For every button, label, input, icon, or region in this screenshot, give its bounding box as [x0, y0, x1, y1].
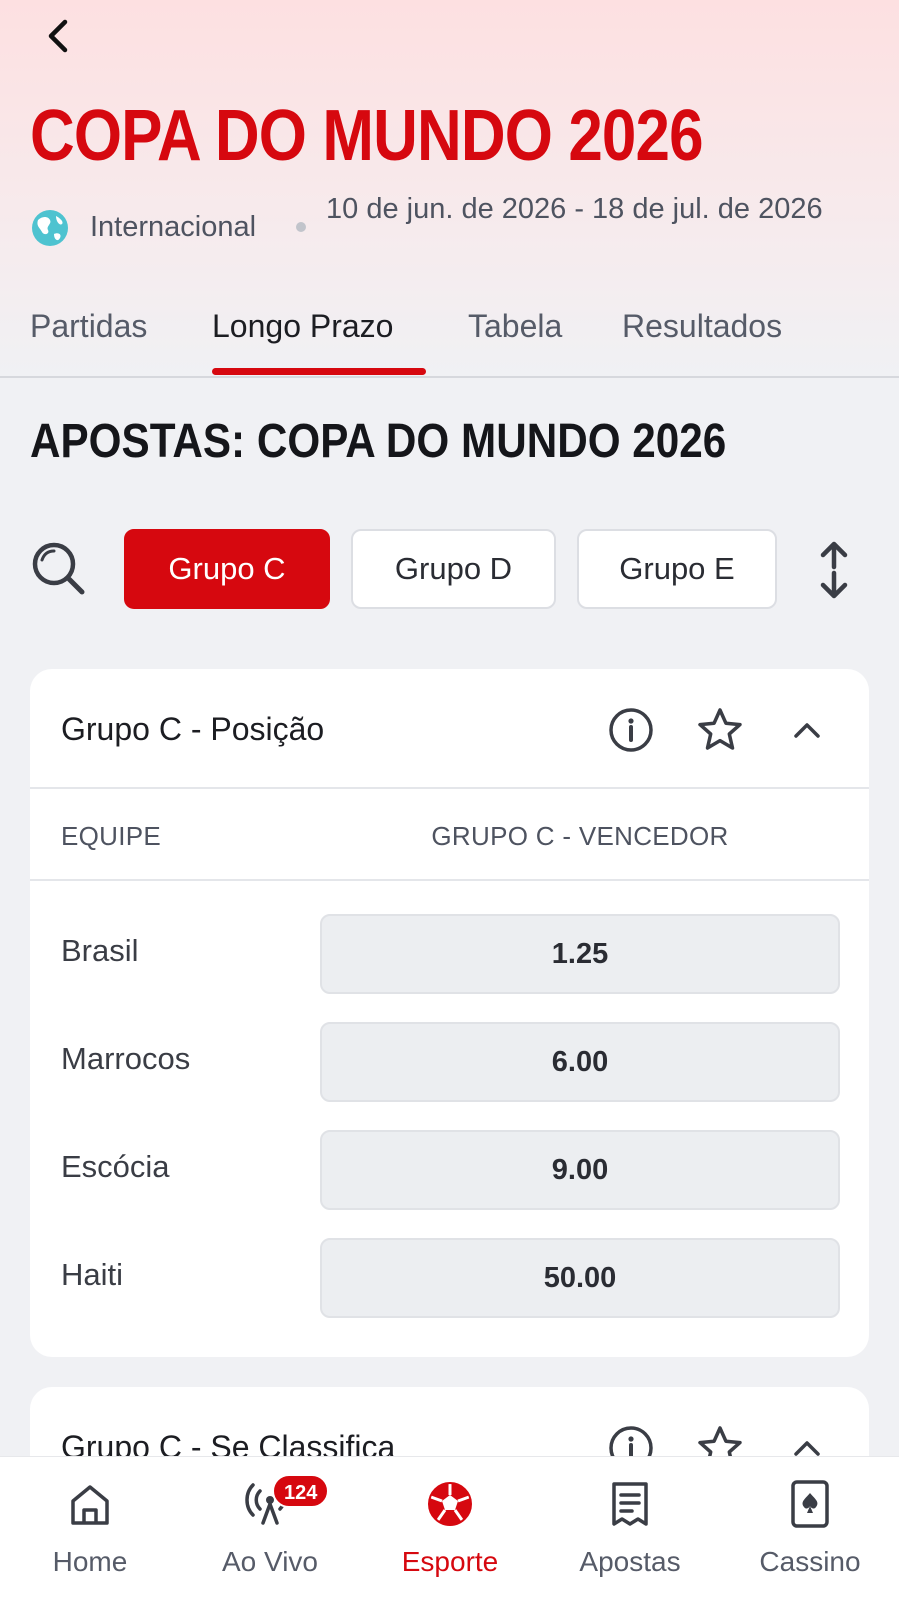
market-column-header: EQUIPE GRUPO C - VENCEDOR: [30, 789, 869, 881]
chip-grupo-d[interactable]: Grupo D: [351, 529, 556, 609]
market-card: Grupo C - Posição EQUIPE GRUPO C - VENCE…: [30, 669, 869, 1357]
event-meta: Internacional 10 de jun. de 2026 - 18 de…: [30, 190, 870, 268]
live-count-badge: 124: [272, 1474, 330, 1508]
table-row: Haiti 50.00: [30, 1238, 869, 1346]
active-tab-indicator: [212, 368, 426, 375]
page-title: APOSTAS: COPA DO MUNDO 2026: [30, 415, 727, 468]
nav-label: Esporte: [401, 1546, 499, 1577]
nav-ao-vivo[interactable]: Ao Vivo: [180, 1457, 360, 1599]
chip-grupo-c[interactable]: Grupo C: [124, 529, 330, 609]
star-icon[interactable]: [695, 705, 745, 755]
playing-card-icon: [791, 1480, 829, 1528]
column-market-label: GRUPO C - VENCEDOR: [431, 821, 729, 851]
home-icon: [71, 1485, 109, 1525]
odd-button[interactable]: 6.00: [320, 1022, 840, 1102]
chevron-up-icon[interactable]: [782, 705, 832, 755]
team-name: Brasil: [61, 933, 139, 968]
search-icon: [32, 542, 85, 595]
team-name: Marrocos: [61, 1041, 191, 1076]
separator-dot: [296, 222, 306, 232]
info-icon[interactable]: [606, 705, 656, 755]
back-button[interactable]: [36, 14, 80, 58]
nav-label: Home: [52, 1546, 128, 1577]
nav-home[interactable]: Home: [0, 1457, 180, 1599]
team-name: Haiti: [61, 1257, 124, 1292]
market-card-header: Grupo C - Posição: [30, 669, 869, 789]
globe-icon: [32, 210, 68, 246]
nav-label: Apostas: [579, 1546, 681, 1577]
region-label: Internacional: [90, 211, 257, 243]
market-title: Grupo C - Posição: [61, 711, 325, 747]
odd-button[interactable]: 50.00: [320, 1238, 840, 1318]
tab-tabela[interactable]: Tabela: [468, 306, 562, 346]
chevron-left-icon: [48, 19, 68, 53]
odd-button[interactable]: 1.25: [320, 914, 840, 994]
bet-slip-icon: [612, 1482, 648, 1526]
tab-longo-prazo[interactable]: Longo Prazo: [212, 306, 393, 346]
nav-label: Ao Vivo: [222, 1546, 318, 1577]
odd-button[interactable]: 9.00: [320, 1130, 840, 1210]
nav-apostas[interactable]: Apostas: [540, 1457, 720, 1599]
table-row: Marrocos 6.00: [30, 1022, 869, 1130]
tab-resultados[interactable]: Resultados: [622, 306, 782, 346]
nav-esporte[interactable]: Esporte: [360, 1457, 540, 1599]
nav-cassino[interactable]: Cassino: [720, 1457, 899, 1599]
search-button[interactable]: [28, 538, 88, 598]
table-row: Brasil 1.25: [30, 914, 869, 1022]
event-dates: 10 de jun. de 2026 - 18 de jul. de 2026: [326, 193, 823, 225]
chip-grupo-e[interactable]: Grupo E: [577, 529, 777, 609]
team-name: Escócia: [61, 1149, 170, 1184]
table-row: Escócia 9.00: [30, 1130, 869, 1238]
column-team-label: EQUIPE: [61, 821, 162, 851]
bottom-navigation: Home Ao Vivo Esporte Apostas Cassino: [0, 1456, 899, 1599]
event-tabs: Partidas Longo Prazo Tabela Resultados: [0, 300, 899, 378]
tab-partidas[interactable]: Partidas: [30, 306, 147, 346]
sort-arrows-icon: [820, 541, 848, 599]
sort-button[interactable]: [812, 540, 856, 600]
event-title: COPA DO MUNDO 2026: [30, 96, 704, 176]
soccer-ball-icon: [428, 1482, 472, 1526]
nav-label: Cassino: [759, 1546, 861, 1577]
